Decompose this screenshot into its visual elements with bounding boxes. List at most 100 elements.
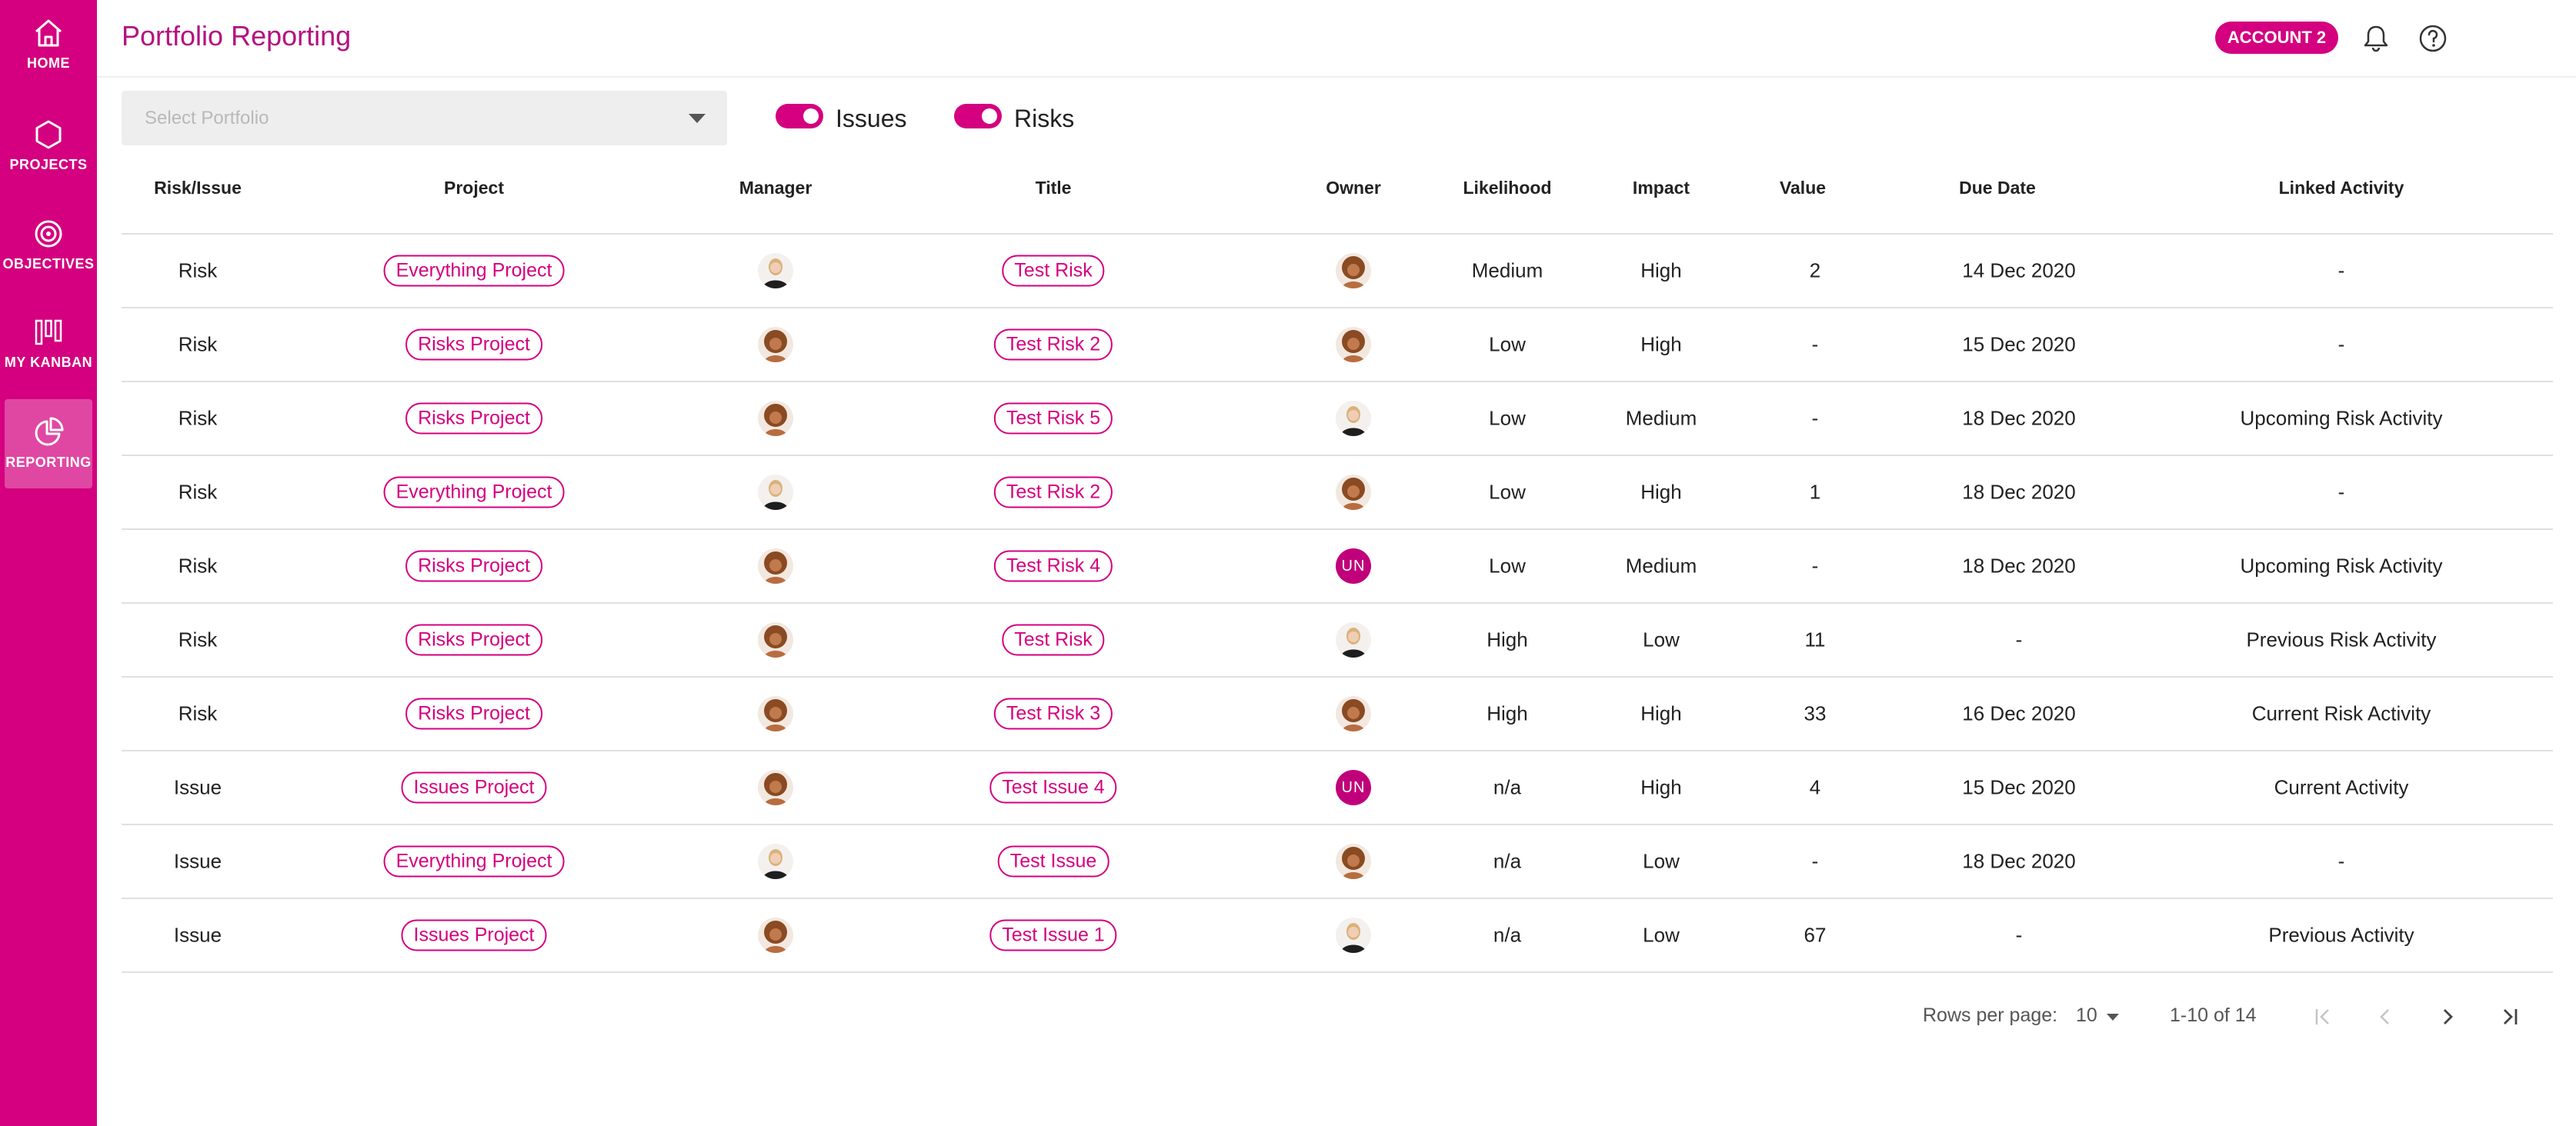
- project-chip[interactable]: Everything Project: [383, 476, 565, 508]
- title-chip[interactable]: Test Issue 1: [989, 919, 1117, 951]
- manager-avatar[interactable]: [758, 327, 793, 362]
- project-chip[interactable]: Risks Project: [405, 328, 542, 361]
- manager-avatar[interactable]: [758, 770, 793, 805]
- manager-avatar[interactable]: [758, 548, 793, 584]
- nav-objectives-label: OBJECTIVES: [2, 256, 95, 272]
- impact-cell: Low: [1643, 849, 1680, 873]
- table-row[interactable]: Risk Risks Project Test Risk 5 Low Medium - 18…: [122, 382, 2553, 456]
- nav-projects-label: PROJECTS: [9, 157, 88, 172]
- table-row[interactable]: Risk Risks Project Test Risk 3 High High 33 16…: [122, 678, 2553, 751]
- owner-avatar[interactable]: UN: [1336, 548, 1371, 584]
- owner-avatar[interactable]: [1336, 327, 1371, 362]
- table-row[interactable]: Risk Everything Project Test Risk 2 Low High…: [122, 456, 2553, 530]
- risk-issue-type: Risk: [178, 258, 218, 282]
- title-chip[interactable]: Test Risk: [1002, 255, 1105, 287]
- title-chip[interactable]: Test Risk 3: [993, 698, 1113, 730]
- project-chip[interactable]: Risks Project: [405, 624, 542, 656]
- impact-cell: Low: [1643, 628, 1680, 651]
- project-chip[interactable]: Risks Project: [405, 402, 542, 435]
- title-chip[interactable]: Test Issue 4: [989, 771, 1117, 804]
- table-row[interactable]: Risk Risks Project Test Risk High Low 11 - Prev…: [122, 604, 2553, 678]
- owner-avatar[interactable]: [1336, 622, 1371, 658]
- manager-avatar[interactable]: [758, 253, 793, 288]
- page-range: 1-10 of 14: [2170, 1004, 2257, 1026]
- caret-down-icon[interactable]: [2107, 1014, 2119, 1021]
- project-chip[interactable]: Issues Project: [401, 919, 547, 951]
- risk-issue-table: Risk/Issue Project Manager Title Owner Likeli…: [122, 158, 2553, 973]
- issues-toggle-label: Issues: [836, 105, 907, 132]
- due-date-cell: 18 Dec 2020: [1962, 554, 2076, 578]
- project-chip[interactable]: Risks Project: [405, 550, 542, 582]
- issues-toggle[interactable]: [776, 104, 823, 128]
- table-row[interactable]: Issue Issues Project Test Issue 4 UN n/a High…: [122, 751, 2553, 825]
- nav-home[interactable]: HOME: [0, 0, 97, 89]
- nav-my-kanban[interactable]: MY KANBAN: [0, 299, 97, 388]
- table-row[interactable]: Risk Risks Project Test Risk 4 UN Low Medium -…: [122, 530, 2553, 604]
- manager-avatar[interactable]: [758, 844, 793, 879]
- due-date-cell: -: [2015, 628, 2023, 651]
- previous-page-icon[interactable]: [2370, 1001, 2401, 1032]
- owner-avatar[interactable]: [1336, 253, 1371, 288]
- project-chip[interactable]: Everything Project: [383, 845, 565, 878]
- manager-avatar[interactable]: [758, 696, 793, 731]
- project-chip[interactable]: Everything Project: [383, 255, 565, 287]
- value-cell: -: [1811, 406, 1819, 430]
- manager-avatar[interactable]: [758, 918, 793, 953]
- first-page-icon[interactable]: [2307, 1001, 2338, 1032]
- owner-avatar[interactable]: UN: [1336, 770, 1371, 805]
- manager-avatar[interactable]: [758, 622, 793, 658]
- likelihood-cell: Low: [1489, 332, 1526, 356]
- table-row[interactable]: Issue Issues Project Test Issue 1 n/a Low 67 -…: [122, 899, 2553, 973]
- nav-reporting[interactable]: REPORTING: [5, 399, 92, 488]
- portfolio-select[interactable]: Select Portfolio: [122, 91, 727, 145]
- risk-issue-type: Risk: [178, 554, 218, 578]
- linked-activity-cell: -: [2337, 849, 2345, 873]
- owner-avatar[interactable]: [1336, 918, 1371, 953]
- next-page-icon[interactable]: [2432, 1001, 2463, 1032]
- help-icon[interactable]: [2416, 22, 2450, 55]
- linked-activity-cell: -: [2337, 480, 2345, 504]
- risks-toggle[interactable]: [954, 104, 1002, 128]
- owner-avatar[interactable]: [1336, 844, 1371, 879]
- owner-avatar[interactable]: [1336, 401, 1371, 436]
- due-date-cell: 16 Dec 2020: [1962, 701, 2076, 725]
- title-chip[interactable]: Test Risk: [1002, 624, 1105, 656]
- risks-toggle-label: Risks: [1014, 105, 1075, 132]
- due-date-cell: 18 Dec 2020: [1962, 406, 2076, 430]
- likelihood-cell: High: [1487, 701, 1528, 725]
- project-chip[interactable]: Risks Project: [405, 698, 542, 730]
- table-row[interactable]: Risk Risks Project Test Risk 2 Low High - 15 D…: [122, 308, 2553, 382]
- bell-icon[interactable]: [2359, 22, 2393, 55]
- impact-cell: High: [1640, 701, 1682, 725]
- table-row[interactable]: Risk Everything Project Test Risk Medium Hig…: [122, 235, 2553, 308]
- manager-avatar[interactable]: [758, 401, 793, 436]
- likelihood-cell: Low: [1489, 406, 1526, 430]
- last-page-icon[interactable]: [2494, 1001, 2525, 1032]
- owner-avatar[interactable]: [1336, 696, 1371, 731]
- toggle-knob: [803, 108, 819, 124]
- project-chip[interactable]: Issues Project: [401, 771, 547, 804]
- impact-cell: High: [1640, 258, 1682, 282]
- title-chip[interactable]: Test Risk 4: [993, 550, 1113, 582]
- account-badge[interactable]: ACCOUNT 2: [2215, 22, 2338, 54]
- value-cell: 4: [1809, 775, 1821, 799]
- title-chip[interactable]: Test Risk 2: [993, 328, 1113, 361]
- value-cell: -: [1811, 849, 1819, 873]
- title-chip[interactable]: Test Risk 2: [993, 476, 1113, 508]
- rows-per-page-select[interactable]: 10: [2076, 1004, 2097, 1027]
- likelihood-cell: n/a: [1493, 849, 1522, 873]
- risk-issue-type: Risk: [178, 628, 218, 651]
- owner-avatar[interactable]: [1336, 475, 1371, 510]
- sidebar: HOME PROJECTS OBJECTIVES MY KANBAN REPOR…: [0, 0, 97, 1126]
- nav-my-kanban-label: MY KANBAN: [4, 355, 93, 370]
- column-header: Due Date: [1959, 178, 2036, 198]
- title-chip[interactable]: Test Issue: [997, 845, 1109, 878]
- rows-per-page-label: Rows per page:: [1923, 1004, 2058, 1026]
- nav-objectives[interactable]: OBJECTIVES: [0, 201, 97, 290]
- manager-avatar[interactable]: [758, 475, 793, 510]
- table-row[interactable]: Issue Everything Project Test Issue n/a Low -…: [122, 825, 2553, 899]
- value-cell: 2: [1809, 258, 1821, 282]
- due-date-cell: 15 Dec 2020: [1962, 775, 2076, 799]
- nav-projects[interactable]: PROJECTS: [0, 102, 97, 191]
- title-chip[interactable]: Test Risk 5: [993, 402, 1113, 435]
